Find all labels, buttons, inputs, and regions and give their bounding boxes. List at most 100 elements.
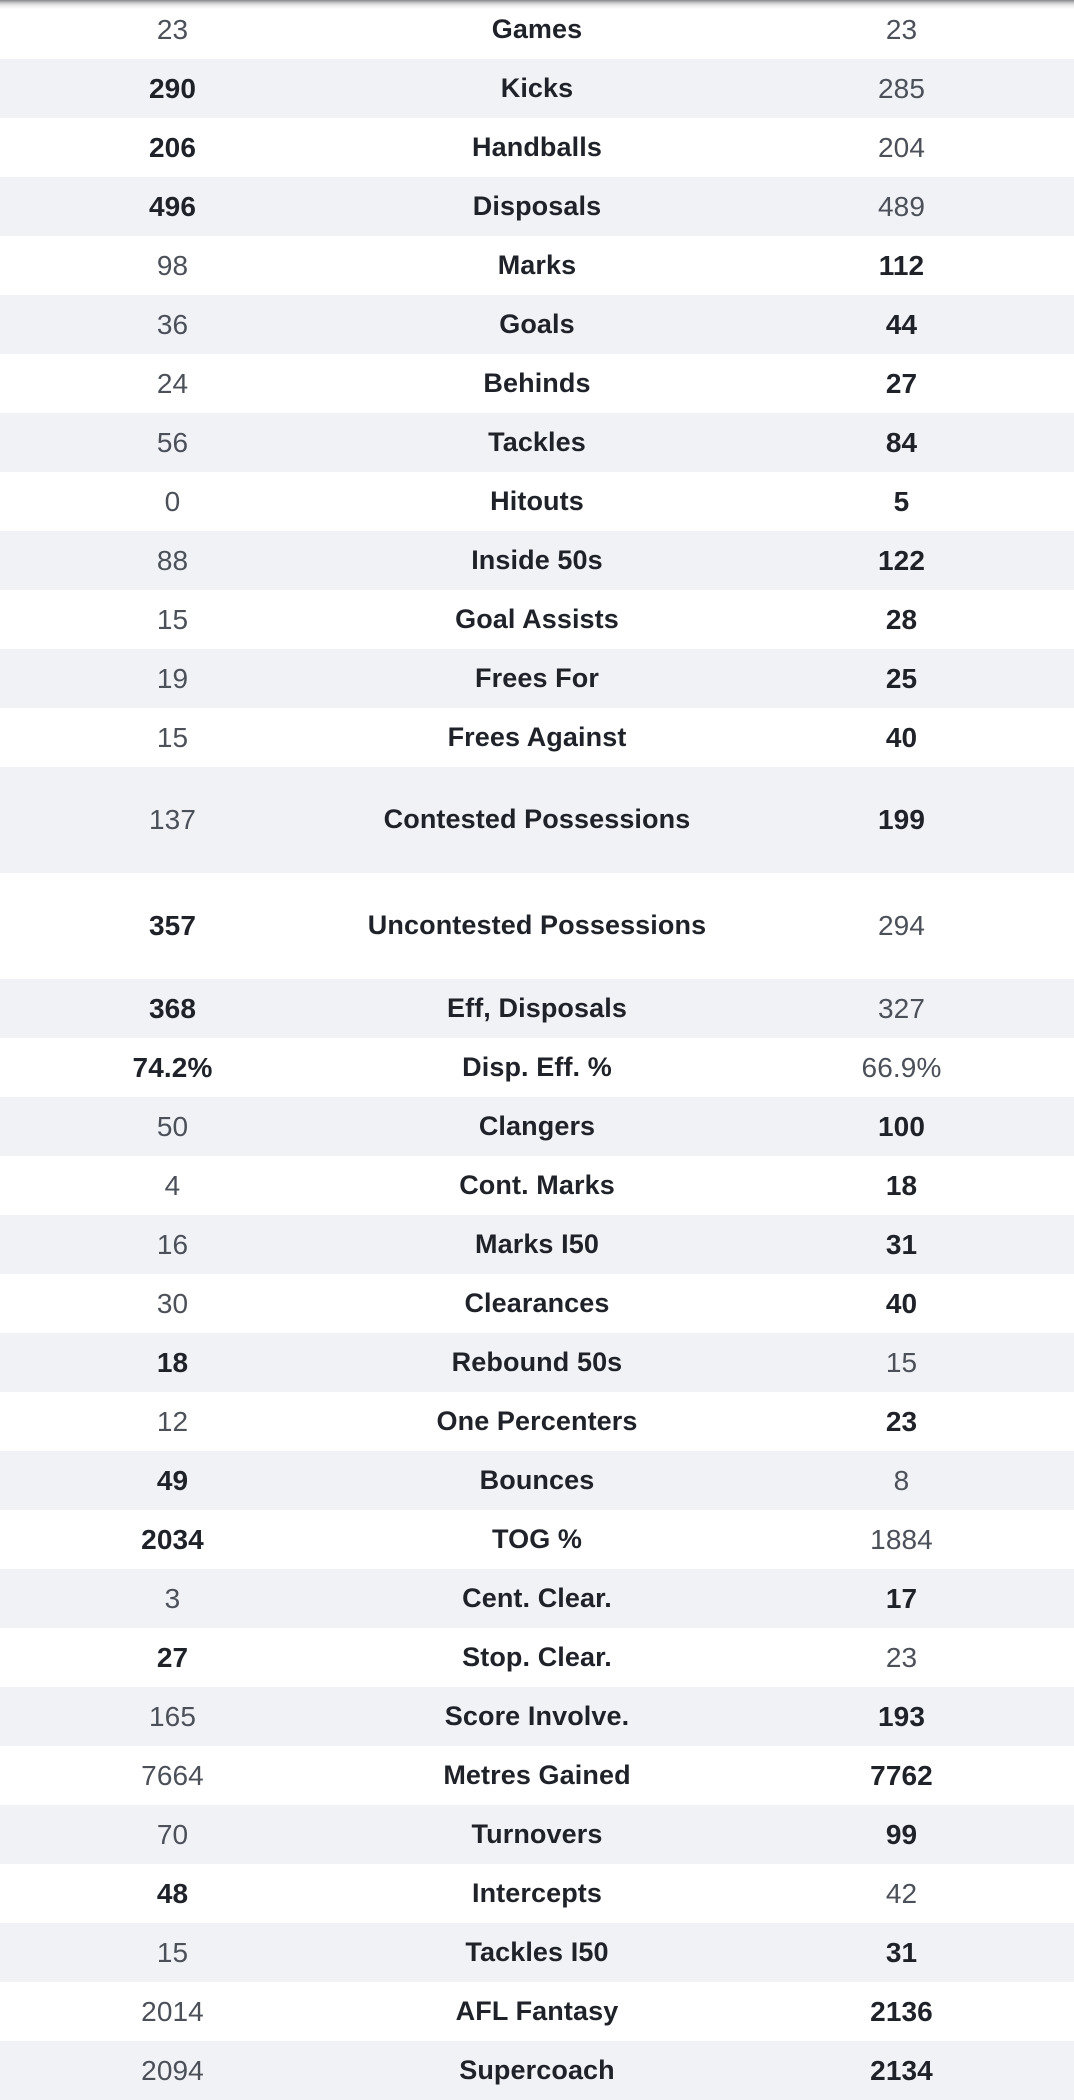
stat-label: Inside 50s [345,531,729,590]
stat-label: TOG % [345,1510,729,1569]
stat-value-left: 48 [0,1864,345,1923]
stat-label-text: Clearances [464,1287,610,1318]
table-row: 27 Stop. Clear. 23 [0,1628,1074,1687]
stat-label-text: Disp. Eff. % [462,1051,612,1082]
stat-label: Cont. Marks [345,1156,729,1215]
stat-value-left: 15 [0,708,345,767]
stat-value-right-text: 23 [885,1405,918,1437]
stat-value-left-text: 74.2% [132,1051,213,1083]
stat-label-text: Disposals [472,190,602,221]
stat-value-right-text: 193 [877,1700,926,1732]
stat-label-text: Frees For [475,662,599,693]
stat-value-left-text: 290 [148,72,197,104]
stat-label-text: Goals [499,308,575,339]
stat-value-left: 27 [0,1628,345,1687]
stat-value-right-text: 204 [877,131,926,163]
stat-label: Metres Gained [345,1746,729,1805]
table-row: 3 Cent. Clear. 17 [0,1569,1074,1628]
stat-value-right: 27 [729,354,1074,413]
table-row: 49 Bounces 8 [0,1451,1074,1510]
stat-value-left-text: 3 [164,1582,181,1614]
table-row: 16 Marks I50 31 [0,1215,1074,1274]
table-row: 56 Tackles 84 [0,413,1074,472]
stat-label: Marks [345,236,729,295]
stat-label-text: Frees Against [447,721,627,752]
stat-value-left: 15 [0,1923,345,1982]
stat-value-right: 84 [729,413,1074,472]
stat-value-right-text: 27 [885,367,918,399]
stat-label-text: Cent. Clear. [462,1582,612,1613]
stat-label: Cent. Clear. [345,1569,729,1628]
stat-value-left-text: 0 [164,485,181,517]
stat-value-left: 23 [0,0,345,59]
stat-value-right-text: 285 [877,72,926,104]
stat-value-right: 23 [729,1392,1074,1451]
stat-value-left: 18 [0,1333,345,1392]
stat-label: Behinds [345,354,729,413]
stat-value-right: 15 [729,1333,1074,1392]
stat-label: Eff, Disposals [345,979,729,1038]
stat-value-left: 165 [0,1687,345,1746]
stat-label: Uncontested Possessions [345,873,729,979]
stat-label: Rebound 50s [345,1333,729,1392]
stat-label-text: AFL Fantasy [455,1995,619,2026]
stat-value-right: 31 [729,1923,1074,1982]
stat-value-right: 285 [729,59,1074,118]
stat-value-left: 24 [0,354,345,413]
stat-value-right-text: 1884 [870,1523,933,1555]
stat-value-left-text: 165 [148,1700,197,1732]
table-row: 18 Rebound 50s 15 [0,1333,1074,1392]
stat-value-right: 2136 [729,1982,1074,2041]
stat-value-right-text: 122 [877,544,926,576]
stat-label-text: Eff, Disposals [447,992,627,1023]
stat-label-text: Intercepts [471,1877,603,1908]
stat-value-left: 4 [0,1156,345,1215]
stat-value-left-text: 7664 [141,1759,204,1791]
stat-value-right-text: 15 [885,1346,918,1378]
stat-value-left: 7664 [0,1746,345,1805]
stat-value-left: 36 [0,295,345,354]
stat-label-text: One Percenters [436,1405,638,1436]
stat-value-right-text: 8 [893,1464,910,1496]
stat-value-right-text: 18 [885,1169,918,1201]
stat-label: Clangers [345,1097,729,1156]
stat-value-left: 19 [0,649,345,708]
stat-label: Contested Possessions [345,767,729,873]
table-row: 19 Frees For 25 [0,649,1074,708]
table-row: 15 Goal Assists 28 [0,590,1074,649]
table-row: 137 Contested Possessions 199 [0,767,1074,873]
stat-value-left: 74.2% [0,1038,345,1097]
stat-value-left-text: 70 [156,1818,189,1850]
stat-value-right-text: 66.9% [861,1051,942,1083]
table-row: 368 Eff, Disposals 327 [0,979,1074,1038]
table-row: 23 Games 23 [0,0,1074,59]
stat-value-right-text: 25 [885,662,918,694]
stat-value-right: 40 [729,1274,1074,1333]
stat-value-right: 199 [729,767,1074,873]
stat-value-right-text: 112 [878,249,925,281]
stat-label: Tackles I50 [345,1923,729,1982]
stat-value-left-text: 15 [156,1936,189,1968]
stat-value-left-text: 88 [156,544,189,576]
stat-value-left: 50 [0,1097,345,1156]
stat-value-right: 5 [729,472,1074,531]
table-row: 2094 Supercoach 2134 [0,2041,1074,2100]
stat-value-left: 496 [0,177,345,236]
stat-value-left-text: 19 [156,662,189,694]
stat-value-left-text: 50 [156,1110,189,1142]
stat-value-right-text: 489 [877,190,926,222]
stat-label-text: Marks [497,249,577,280]
stat-value-left: 49 [0,1451,345,1510]
stat-value-right-text: 31 [885,1228,918,1260]
stat-value-right-text: 42 [885,1877,918,1909]
stat-label: Kicks [345,59,729,118]
stat-label: Games [345,0,729,59]
stat-label-text: Handballs [472,131,602,162]
stat-value-right-text: 44 [885,308,918,340]
table-row: 88 Inside 50s 122 [0,531,1074,590]
table-row: 7664 Metres Gained 7762 [0,1746,1074,1805]
stat-label: Intercepts [345,1864,729,1923]
stat-value-right: 327 [729,979,1074,1038]
table-row: 15 Frees Against 40 [0,708,1074,767]
stat-value-left: 290 [0,59,345,118]
